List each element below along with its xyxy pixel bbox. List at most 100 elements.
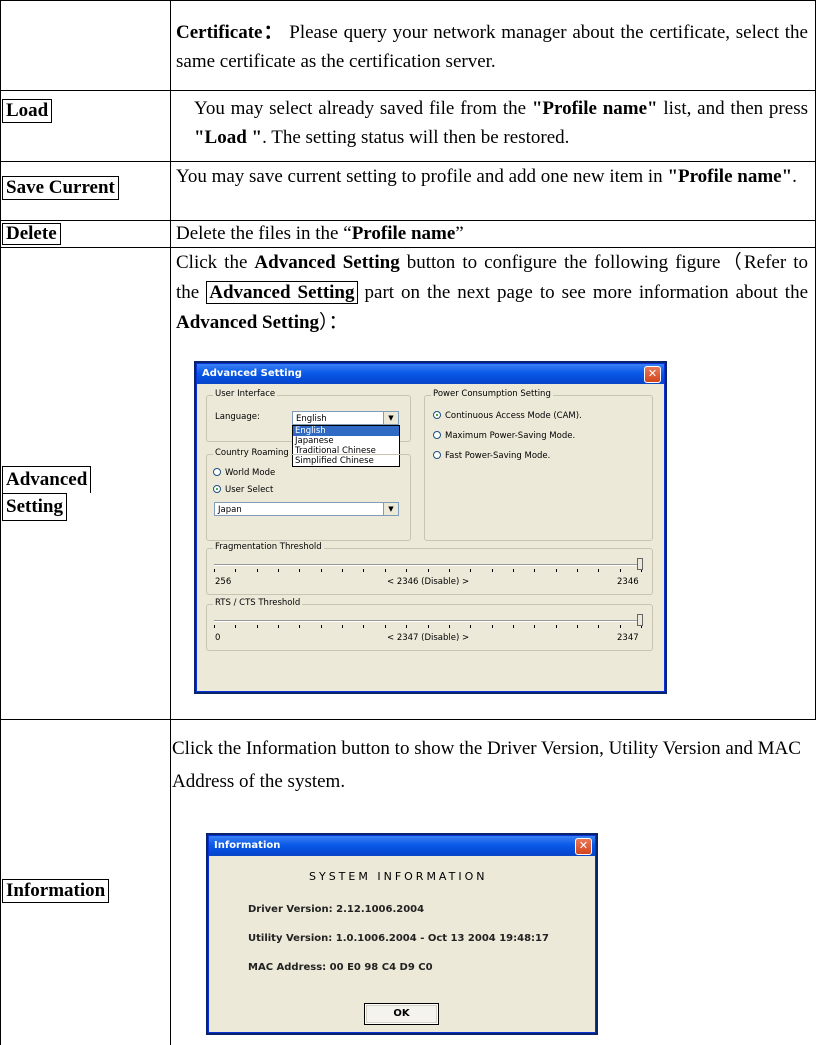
load-text: list, and then press [657,98,808,119]
driver-version-label: Driver Version: [248,904,333,915]
information-window: Information ✕ SYSTEM INFORMATION Driver … [208,835,596,1033]
slider-tick [257,625,258,628]
slider-tick [513,569,514,572]
mac-address-label: MAC Address: [248,962,327,973]
group-title: Country Roaming [213,448,291,458]
mac-address-value: 00 E0 98 C4 D9 C0 [329,962,433,973]
advanced-text: part on the next page to see more inform… [357,282,809,303]
information-description: Click the Information button to show the… [172,738,801,792]
slider-tick [598,625,599,628]
window-titlebar: Advanced Setting [197,364,664,384]
save-current-description: You may save current setting to profile … [176,162,808,191]
rts-max: 2347 [617,633,639,643]
power-option-radio[interactable]: Fast Power-Saving Mode. [433,451,550,461]
slider-ticks [214,569,642,575]
advanced-description: Click the Advanced Setting button to con… [176,248,808,338]
row-divider [0,719,816,720]
group-title: User Interface [213,389,278,399]
fragmentation-current: < 2346 (Disable) > [387,577,470,587]
language-value: English [296,414,327,424]
slider-tick [620,625,621,628]
advanced-text: ）： [319,312,348,333]
slider-tick [598,569,599,572]
system-information-heading: SYSTEM INFORMATION [309,870,488,883]
col-divider [170,0,171,1045]
slider-tick [428,625,429,628]
language-select[interactable]: English ▼ [292,411,399,425]
slider-tick [235,625,236,628]
mac-address-row: MAC Address: 00 E0 98 C4 D9 C0 [248,962,433,973]
load-description: You may select already saved file from t… [194,94,808,152]
certificate-term: Certificate： [176,22,284,43]
delete-bold: Profile name [351,223,456,244]
radio-icon [433,451,441,459]
slider-tick [492,569,493,572]
slider-tick [577,569,578,572]
rts-current: < 2347 (Disable) > [387,633,470,643]
advanced-bold: Advanced Setting [254,252,400,273]
chevron-down-icon[interactable]: ▼ [383,412,398,424]
world-mode-radio[interactable]: World Mode [213,468,275,478]
driver-version-value: 2.12.1006.2004 [336,904,425,915]
load-text: You may select already saved file from t… [194,98,532,119]
language-option[interactable]: English [293,426,399,436]
slider-tick [385,569,386,572]
country-select[interactable]: Japan ▼ [214,502,399,516]
fragmentation-slider-thumb[interactable] [637,558,643,570]
slider-tick [406,569,407,572]
slider-tick [299,625,300,628]
rts-slider-thumb[interactable] [637,614,643,626]
save-current-label: Save Current [2,176,119,200]
slider-tick [342,625,343,628]
row-divider [0,0,816,1]
advanced-label-line2: Setting [2,493,67,521]
slider-tick [449,625,450,628]
load-label: Load [2,99,53,123]
delete-text: Delete the files in the “ [176,223,352,244]
slider-tick [470,625,471,628]
power-option-radio[interactable]: Maximum Power-Saving Mode. [433,431,575,441]
radio-icon [213,468,221,476]
radio-label: Continuous Access Mode (CAM). [445,411,582,421]
radio-label: Maximum Power-Saving Mode. [445,431,576,441]
slider-tick [534,569,535,572]
slider-tick [513,625,514,628]
radio-selected-icon [213,485,221,493]
radio-label: User Select [225,485,274,495]
slider-tick [406,625,407,628]
slider-tick [321,569,322,572]
slider-tick [278,625,279,628]
advanced-boxed-ref: Advanced Setting [206,281,358,304]
chevron-down-icon[interactable]: ▼ [383,503,398,515]
slider-tick [214,625,215,628]
fragmentation-min: 256 [215,577,232,587]
close-icon[interactable]: ✕ [575,838,592,855]
utility-version-value: 1.0.1006.2004 - Oct 13 2004 19:48:17 [335,933,549,944]
slider-tick [428,569,429,572]
ok-button[interactable]: OK [364,1003,439,1025]
rts-slider-track[interactable] [214,620,642,622]
advanced-label-line1: Advanced [2,466,92,493]
slider-tick [214,569,215,572]
close-icon[interactable]: ✕ [644,366,661,383]
save-current-text: . [792,166,797,187]
slider-tick [363,625,364,628]
group-title: Power Consumption Setting [431,389,553,399]
delete-label: Delete [2,223,61,245]
slider-tick [556,625,557,628]
language-label: Language: [215,412,260,422]
col-divider [0,0,1,1045]
window-titlebar: Information [209,836,595,856]
fragmentation-max: 2346 [617,577,639,587]
user-select-radio[interactable]: User Select [213,485,273,495]
radio-label: World Mode [225,468,276,478]
utility-version-row: Utility Version: 1.0.1006.2004 - Oct 13 … [248,933,549,944]
fragmentation-slider-track[interactable] [214,564,642,566]
slider-tick [492,625,493,628]
language-option[interactable]: Japanese [293,436,399,446]
load-bold-profile: "Profile name" [531,98,658,119]
slider-tick [257,569,258,572]
slider-tick [342,569,343,572]
power-option-radio[interactable]: Continuous Access Mode (CAM). [433,411,582,421]
slider-tick [363,569,364,572]
